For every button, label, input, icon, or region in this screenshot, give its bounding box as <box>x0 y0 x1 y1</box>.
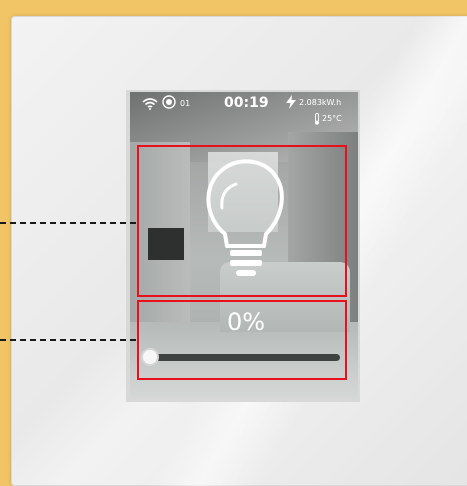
callout-line-toggle <box>0 222 136 224</box>
thermometer-icon <box>315 113 319 125</box>
record-label: 01 <box>180 99 191 108</box>
callout-line-dimmer <box>0 339 136 341</box>
clock: 00:19 <box>224 95 269 111</box>
wifi-icon <box>142 98 158 110</box>
energy-readout: 2.083kW.h <box>299 98 342 107</box>
record-icon <box>162 95 176 109</box>
temperature-readout: 25°C <box>322 114 342 123</box>
lightning-bolt-icon <box>286 95 296 109</box>
dimmer-highlight <box>137 300 347 380</box>
light-toggle-highlight <box>137 145 347 297</box>
status-bar: 01 00:19 2.083kW.h 25°C <box>130 92 358 132</box>
